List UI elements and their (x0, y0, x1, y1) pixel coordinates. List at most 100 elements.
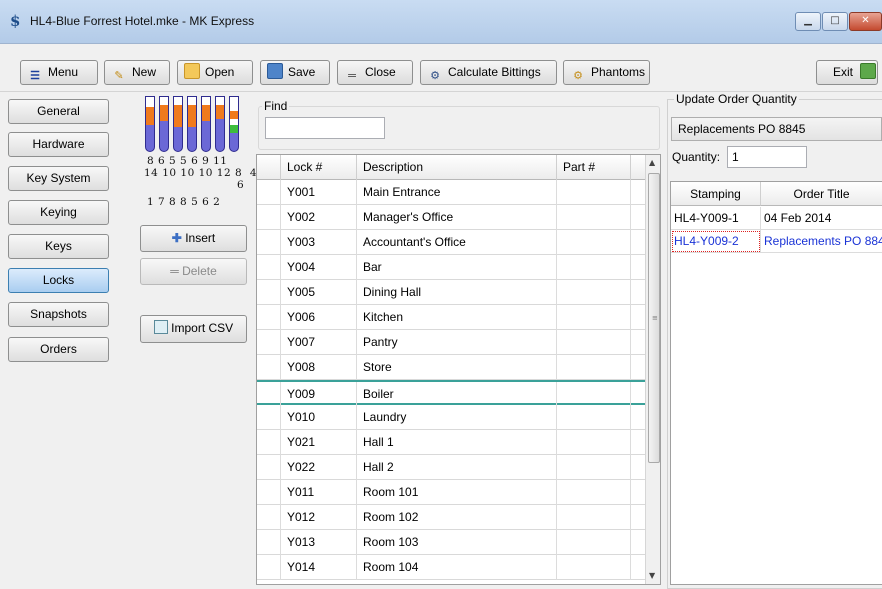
table-row[interactable]: Y009 Boiler (257, 380, 645, 407)
menu-button[interactable]: ☰ Menu (20, 60, 98, 85)
part-number-cell[interactable] (557, 255, 631, 280)
description-cell[interactable]: Pantry (357, 330, 557, 355)
order-row[interactable]: HL4-Y009-1 04 Feb 2014 (671, 207, 882, 230)
close-file-button[interactable]: ═ Close (337, 60, 413, 85)
open-button[interactable]: Open (177, 60, 253, 85)
maximize-button[interactable]: □ (822, 12, 848, 31)
phantoms-button[interactable]: ⚙ Phantoms (563, 60, 650, 85)
row-selector[interactable] (257, 230, 281, 255)
table-row[interactable]: Y005 Dining Hall (257, 280, 645, 305)
nav-snapshots[interactable]: Snapshots (8, 302, 109, 327)
save-button[interactable]: Save (260, 60, 330, 85)
column-header-lock[interactable]: Lock # (281, 155, 357, 180)
nav-general[interactable]: General (8, 99, 109, 124)
part-number-cell[interactable] (557, 530, 631, 555)
part-number-cell[interactable] (557, 355, 631, 380)
row-selector[interactable] (257, 355, 281, 380)
table-row[interactable]: Y013 Room 103 (257, 530, 645, 555)
part-number-cell[interactable] (557, 230, 631, 255)
description-cell[interactable]: Dining Hall (357, 280, 557, 305)
description-cell[interactable]: Room 103 (357, 530, 557, 555)
table-row[interactable]: Y004 Bar (257, 255, 645, 280)
row-selector[interactable] (257, 255, 281, 280)
scroll-up-icon[interactable]: ▲ (649, 158, 655, 167)
description-cell[interactable]: Main Entrance (357, 180, 557, 205)
description-cell[interactable]: Room 102 (357, 505, 557, 530)
table-row[interactable]: Y010 Laundry (257, 405, 645, 430)
table-row[interactable]: Y021 Hall 1 (257, 430, 645, 455)
part-number-cell[interactable] (557, 430, 631, 455)
row-selector[interactable] (257, 180, 281, 205)
nav-orders[interactable]: Orders (8, 337, 109, 362)
row-selector[interactable] (257, 430, 281, 455)
order-row[interactable]: HL4-Y009-2 Replacements PO 884 (671, 230, 882, 253)
quantity-input[interactable]: 1 (727, 146, 807, 168)
lock-number-cell[interactable]: Y004 (281, 255, 357, 280)
part-number-cell[interactable] (557, 330, 631, 355)
row-selector[interactable] (257, 280, 281, 305)
lock-number-cell[interactable]: Y013 (281, 530, 357, 555)
part-number-cell[interactable] (557, 180, 631, 205)
table-row[interactable]: Y001 Main Entrance (257, 180, 645, 205)
description-cell[interactable]: Hall 1 (357, 430, 557, 455)
table-row[interactable]: Y002 Manager's Office (257, 205, 645, 230)
lock-number-cell[interactable]: Y002 (281, 205, 357, 230)
order-title-cell[interactable]: Replacements PO 884 (761, 230, 882, 253)
row-selector[interactable] (257, 330, 281, 355)
description-cell[interactable]: Room 104 (357, 555, 557, 580)
part-number-cell[interactable] (557, 305, 631, 330)
new-button[interactable]: ✎ New (104, 60, 170, 85)
lock-number-cell[interactable]: Y014 (281, 555, 357, 580)
lock-number-cell[interactable]: Y021 (281, 430, 357, 455)
table-scrollbar[interactable]: ▲ ≡ ▼ (645, 155, 660, 584)
lock-number-cell[interactable]: Y022 (281, 455, 357, 480)
nav-key-system[interactable]: Key System (8, 166, 109, 191)
row-selector[interactable] (257, 455, 281, 480)
column-header-order-title[interactable]: Order Title (761, 182, 882, 206)
nav-hardware[interactable]: Hardware (8, 132, 109, 157)
column-header-description[interactable]: Description (357, 155, 557, 180)
table-row[interactable]: Y003 Accountant's Office (257, 230, 645, 255)
part-number-cell[interactable] (557, 505, 631, 530)
table-row[interactable]: Y008 Store (257, 355, 645, 380)
description-cell[interactable]: Boiler (357, 382, 557, 407)
nav-keying[interactable]: Keying (8, 200, 109, 225)
import-csv-button[interactable]: Import CSV (140, 315, 247, 343)
table-row[interactable]: Y022 Hall 2 (257, 455, 645, 480)
calculate-bittings-button[interactable]: ⚙ Calculate Bittings (420, 60, 557, 85)
column-header-part[interactable]: Part # (557, 155, 631, 180)
row-selector[interactable] (257, 480, 281, 505)
row-selector[interactable] (257, 405, 281, 430)
order-title-cell[interactable]: 04 Feb 2014 (761, 207, 882, 230)
description-cell[interactable]: Accountant's Office (357, 230, 557, 255)
description-cell[interactable]: Room 101 (357, 480, 557, 505)
row-selector[interactable] (257, 505, 281, 530)
stamping-cell[interactable]: HL4-Y009-2 (671, 230, 761, 253)
row-selector[interactable] (257, 555, 281, 580)
lock-number-cell[interactable]: Y006 (281, 305, 357, 330)
stamping-cell[interactable]: HL4-Y009-1 (671, 207, 761, 230)
nav-keys[interactable]: Keys (8, 234, 109, 259)
find-input[interactable] (265, 117, 385, 139)
description-cell[interactable]: Bar (357, 255, 557, 280)
lock-number-cell[interactable]: Y008 (281, 355, 357, 380)
row-selector[interactable] (257, 382, 281, 407)
description-cell[interactable]: Store (357, 355, 557, 380)
row-selector[interactable] (257, 305, 281, 330)
description-cell[interactable]: Hall 2 (357, 455, 557, 480)
nav-locks[interactable]: Locks (8, 268, 109, 293)
lock-number-cell[interactable]: Y005 (281, 280, 357, 305)
lock-number-cell[interactable]: Y003 (281, 230, 357, 255)
part-number-cell[interactable] (557, 455, 631, 480)
minimize-button[interactable]: ▁ (795, 12, 821, 31)
lock-number-cell[interactable]: Y001 (281, 180, 357, 205)
lock-number-cell[interactable]: Y007 (281, 330, 357, 355)
delete-button[interactable]: ═ Delete (140, 258, 247, 285)
lock-number-cell[interactable]: Y010 (281, 405, 357, 430)
lock-number-cell[interactable]: Y012 (281, 505, 357, 530)
order-select[interactable]: Replacements PO 8845 (671, 117, 882, 141)
table-row[interactable]: Y012 Room 102 (257, 505, 645, 530)
part-number-cell[interactable] (557, 280, 631, 305)
description-cell[interactable]: Laundry (357, 405, 557, 430)
table-row[interactable]: Y006 Kitchen (257, 305, 645, 330)
